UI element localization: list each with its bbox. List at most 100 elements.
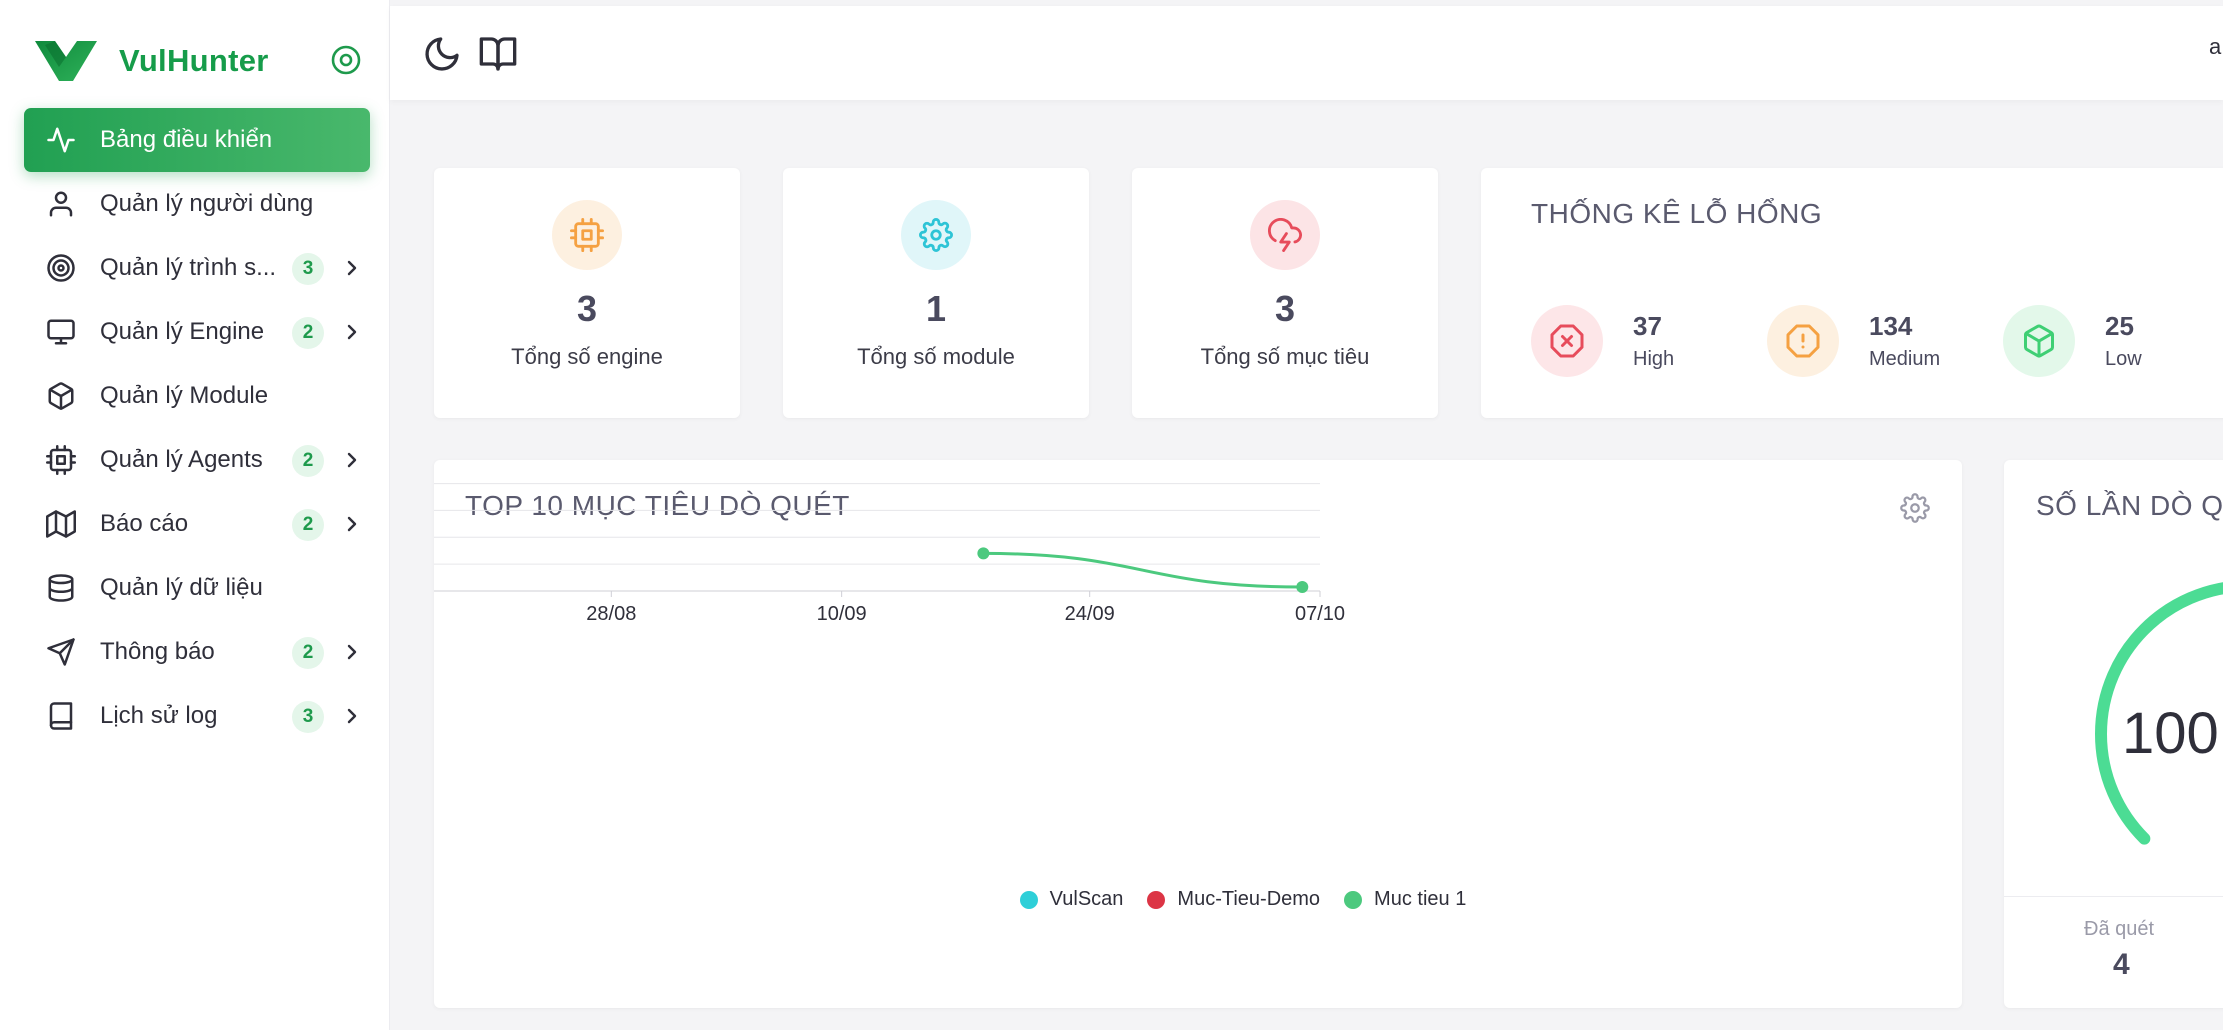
scan-count-card: SỐ LẦN DÒ Q 100 Đã quét 4 — [2004, 460, 2223, 1008]
legend-item[interactable]: Muc tieu 1 — [1344, 888, 1466, 911]
legend-label: VulScan — [1049, 888, 1124, 910]
legend-label: Muc-Tieu-Demo — [1177, 888, 1321, 910]
sidebar-item-label: Quản lý dữ liệu — [100, 574, 263, 601]
count-badge: 3 — [292, 701, 324, 733]
alert-octagon-icon — [1767, 305, 1839, 377]
sidebar: VulHunter Bảng điều khiển Quản lý người … — [0, 0, 390, 1030]
sidebar-item-data[interactable]: Quản lý dữ liệu — [24, 556, 370, 620]
activity-icon — [46, 125, 76, 155]
send-icon — [46, 637, 76, 667]
scanned-value: 4 — [2113, 948, 2130, 981]
stat-value: 3 — [576, 288, 598, 329]
x-tick-label: 10/09 — [817, 603, 867, 625]
user-icon — [46, 189, 76, 219]
scanned-label: Đã quét — [2084, 918, 2155, 940]
sidebar-item-label: Quản lý Engine — [100, 318, 265, 345]
target-icon — [46, 253, 76, 283]
sidebar-item-label: Báo cáo — [100, 510, 189, 537]
chevron-right-icon[interactable] — [340, 704, 364, 728]
brand-name: VulHunter — [119, 43, 269, 78]
gear-icon — [901, 200, 971, 270]
user-name[interactable]: a — [2209, 34, 2223, 60]
count-badge: 2 — [292, 509, 324, 541]
box-icon — [2003, 305, 2075, 377]
x-tick-label: 07/10 — [1295, 603, 1345, 625]
x-tick-label: 24/09 — [1065, 603, 1115, 625]
x-octagon-icon — [1531, 305, 1603, 377]
legend-marker — [1344, 890, 1363, 909]
stat-label: Tổng số engine — [511, 344, 663, 369]
box-icon — [46, 381, 76, 411]
moon-icon[interactable] — [422, 34, 462, 74]
vuln-low: 25 Low — [2003, 305, 2142, 377]
sidebar-item-users[interactable]: Quản lý người dùng — [24, 172, 370, 236]
stat-value: 3 — [1274, 288, 1296, 329]
sidebar-item-label: Thông báo — [100, 638, 215, 665]
sidebar-item-module[interactable]: Quản lý Module — [24, 364, 370, 428]
stat-value: 1 — [925, 288, 947, 329]
radial-gauge — [2095, 582, 2223, 845]
sidebar-item-reports[interactable]: Báo cáo 2 — [24, 492, 370, 556]
vulnerability-stats-card: THỐNG KÊ LỖ HỔNG 37 High 134 Medium 25 L… — [1481, 168, 2223, 418]
series-line — [983, 551, 1303, 589]
sidebar-item-label: Quản lý người dùng — [100, 190, 314, 217]
sidebar-item-notifications[interactable]: Thông báo 2 — [24, 620, 370, 684]
sidebar-item-engine[interactable]: Quản lý Engine 2 — [24, 300, 370, 364]
monitor-icon — [46, 317, 76, 347]
count-badge: 2 — [292, 637, 324, 669]
count-badge: 2 — [292, 445, 324, 477]
chevron-right-icon[interactable] — [340, 512, 364, 536]
brand[interactable]: VulHunter — [33, 36, 269, 86]
card-title: THỐNG KÊ LỖ HỔNG — [1531, 198, 1823, 229]
vulhunter-logo-icon — [35, 41, 97, 81]
line-chart: 02040608010012014015/0828/0810/0924/0907… — [434, 483, 1345, 625]
stat-card-module: 1 Tổng số module — [783, 168, 1089, 418]
sidebar-item-label: Quản lý Module — [100, 382, 269, 409]
database-icon — [46, 573, 76, 603]
sidebar-item-log-history[interactable]: Lịch sử log 3 — [24, 684, 370, 748]
sidebar-item-label: Bảng điều khiển — [100, 126, 273, 153]
sidebar-item-label: Quản lý Agents — [100, 446, 263, 473]
vuln-count: 25 — [2105, 311, 2134, 341]
book-open-icon[interactable] — [478, 34, 518, 74]
stat-label: Tổng số mục tiêu — [1200, 344, 1370, 369]
sidebar-item-scanners[interactable]: Quản lý trình s... 3 — [24, 236, 370, 300]
vuln-label: Medium — [1869, 348, 1941, 370]
sidebar-nav: Bảng điều khiển Quản lý người dùng Quản … — [24, 108, 370, 748]
legend-item[interactable]: Muc-Tieu-Demo — [1147, 888, 1320, 911]
chevron-right-icon[interactable] — [340, 320, 364, 344]
vuln-count: 37 — [1633, 311, 1662, 341]
vuln-medium: 134 Medium — [1767, 305, 1941, 377]
chevron-right-icon[interactable] — [340, 256, 364, 280]
sidebar-item-dashboard[interactable]: Bảng điều khiển — [24, 108, 370, 172]
chevron-right-icon[interactable] — [340, 448, 364, 472]
gauge-value: 100 — [2122, 701, 2219, 766]
vuln-label: High — [1633, 348, 1675, 370]
sidebar-item-label: Lịch sử log — [100, 702, 218, 729]
count-badge: 2 — [292, 317, 324, 349]
cpu-icon — [46, 445, 76, 475]
legend-marker — [1147, 890, 1166, 909]
stat-card-engine: 3 Tổng số engine — [434, 168, 740, 418]
vuln-label: Low — [2105, 348, 2142, 370]
sidebar-item-label: Quản lý trình s... — [100, 254, 277, 281]
chevron-right-icon[interactable] — [340, 640, 364, 664]
data-point — [977, 547, 990, 560]
legend-marker — [1019, 890, 1038, 909]
legend-item[interactable]: VulScan — [1019, 888, 1124, 911]
sidebar-item-agents[interactable]: Quản lý Agents 2 — [24, 428, 370, 492]
data-point — [1296, 580, 1309, 593]
count-badge: 3 — [292, 253, 324, 285]
top-header: a — [390, 6, 2223, 100]
vuln-high: 37 High — [1531, 305, 1675, 377]
cpu-icon — [552, 200, 622, 270]
book-icon — [46, 701, 76, 731]
stat-card-target: 3 Tổng số mục tiêu — [1132, 168, 1438, 418]
top-targets-chart-card: TOP 10 MỤC TIÊU DÒ QUÉT 0204060801001201… — [434, 460, 1962, 1008]
stat-label: Tổng số module — [857, 344, 1015, 369]
cloud-lightning-icon — [1250, 200, 1320, 270]
target-toggle-icon[interactable] — [330, 44, 362, 76]
map-icon — [46, 509, 76, 539]
x-tick-label: 28/08 — [586, 603, 636, 625]
divider — [2004, 896, 2223, 897]
